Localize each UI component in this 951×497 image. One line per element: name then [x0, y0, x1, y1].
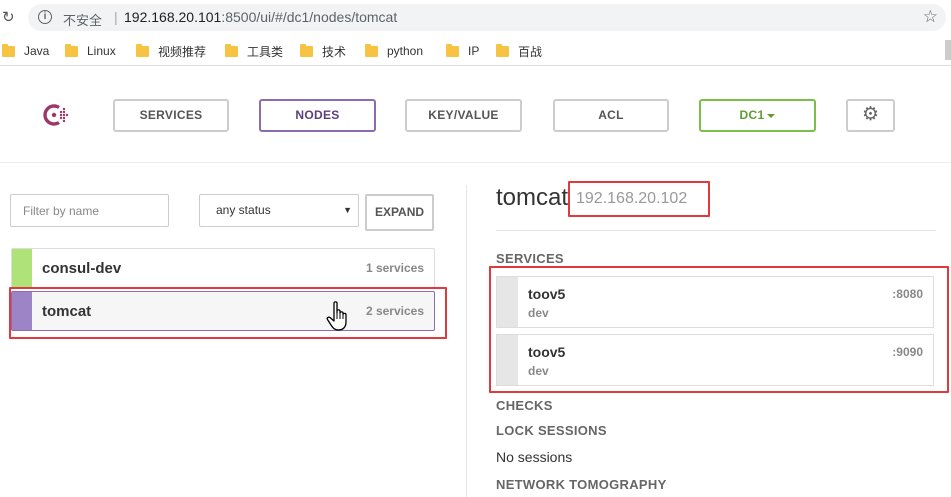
nav-key-value-button[interactable]: KEY/VALUE: [405, 99, 522, 132]
bookmark-ip[interactable]: IP: [446, 43, 479, 59]
highlight-box-address: [568, 181, 710, 217]
network-tomography-heading: NETWORK TOMOGRAPHY: [496, 477, 667, 492]
bookmark-label: Java: [24, 44, 50, 58]
bookmark-videos[interactable]: 视频推荐: [136, 43, 206, 59]
settings-button[interactable]: ⚙: [846, 99, 895, 132]
folder-icon: [225, 43, 238, 57]
separator: |: [114, 9, 118, 25]
column-divider: [466, 185, 467, 497]
folder-icon: [300, 43, 313, 57]
status-filter-select[interactable]: any status ▼: [199, 194, 359, 227]
consul-ui-page: ↻ i 不安全 | 192.168.20.101:8500/ui/#/dc1/n…: [0, 0, 951, 497]
bookmark-label: 技术: [322, 44, 347, 59]
lock-sessions-heading: LOCK SESSIONS: [496, 423, 607, 438]
status-filter-value: any status: [216, 203, 271, 217]
node-service-count: 1 services: [365, 261, 424, 275]
reload-icon[interactable]: ↻: [2, 8, 18, 26]
bookmark-tech[interactable]: 技术: [300, 43, 346, 59]
bookmark-python[interactable]: python: [365, 43, 423, 59]
bookmark-java[interactable]: Java: [2, 43, 49, 59]
bookmark-label: 百战: [518, 44, 543, 59]
folder-icon: [65, 43, 78, 57]
highlight-box-services: [489, 266, 949, 393]
security-label: 不安全: [63, 13, 103, 28]
filter-by-name-input[interactable]: [10, 194, 169, 227]
checks-heading: CHECKS: [496, 398, 553, 413]
url-text[interactable]: 192.168.20.101:8500/ui/#/dc1/nodes/tomca…: [124, 9, 397, 25]
star-icon[interactable]: ☆: [923, 7, 938, 27]
select-arrow-icon: ▼: [343, 205, 352, 215]
url-host: 192.168.20.101: [124, 9, 222, 25]
gear-icon: ⚙: [861, 103, 880, 125]
nav-services-button[interactable]: SERVICES: [113, 99, 229, 132]
bookmark-linux[interactable]: Linux: [65, 43, 116, 59]
datacenter-label: DC1: [739, 108, 765, 122]
node-row-consul-dev[interactable]: consul-dev 1 services: [11, 248, 435, 288]
bookmark-label: python: [387, 44, 424, 58]
url-path: :8500/ui/#/dc1/nodes/tomcat: [221, 9, 398, 25]
no-sessions-text: No sessions: [496, 449, 573, 465]
omnibox[interactable]: i 不安全 | 192.168.20.101:8500/ui/#/dc1/nod…: [28, 4, 946, 31]
node-health-bar: [12, 249, 32, 287]
bookmark-label: 工具类: [247, 44, 284, 59]
hand-cursor-icon: [325, 300, 353, 332]
folder-icon: [136, 43, 149, 57]
nav-acl-button[interactable]: ACL: [553, 99, 669, 132]
bookmarks-bar: Java Linux 视频推荐 工具类 技术 python IP 百战: [0, 36, 951, 66]
consul-logo-icon[interactable]: [40, 100, 70, 130]
browser-address-bar: ↻ i 不安全 | 192.168.20.101:8500/ui/#/dc1/n…: [0, 0, 951, 36]
title-divider: [496, 230, 936, 231]
node-name: consul-dev: [42, 260, 122, 277]
info-icon[interactable]: i: [38, 10, 52, 24]
caret-down-icon: [767, 113, 776, 118]
highlight-box-node: [9, 287, 447, 339]
folder-icon: [2, 43, 15, 57]
folder-icon: [365, 43, 378, 57]
bookmark-label: Linux: [87, 44, 116, 58]
folder-icon: [446, 43, 459, 57]
node-detail-title: tomcat: [496, 184, 569, 211]
bookmark-label: 视频推荐: [158, 44, 207, 59]
folder-icon: [496, 43, 509, 57]
header-divider: [0, 162, 951, 163]
bookmark-tools[interactable]: 工具类: [225, 43, 283, 59]
services-heading: SERVICES: [496, 251, 564, 266]
expand-button[interactable]: EXPAND: [365, 194, 434, 231]
datacenter-dropdown[interactable]: DC1: [699, 99, 816, 132]
bookmark-label: IP: [468, 44, 480, 58]
bookmark-baizhan[interactable]: 百战: [496, 43, 542, 59]
nav-nodes-button[interactable]: NODES: [259, 99, 376, 132]
bookmarks-overflow: [945, 40, 951, 60]
